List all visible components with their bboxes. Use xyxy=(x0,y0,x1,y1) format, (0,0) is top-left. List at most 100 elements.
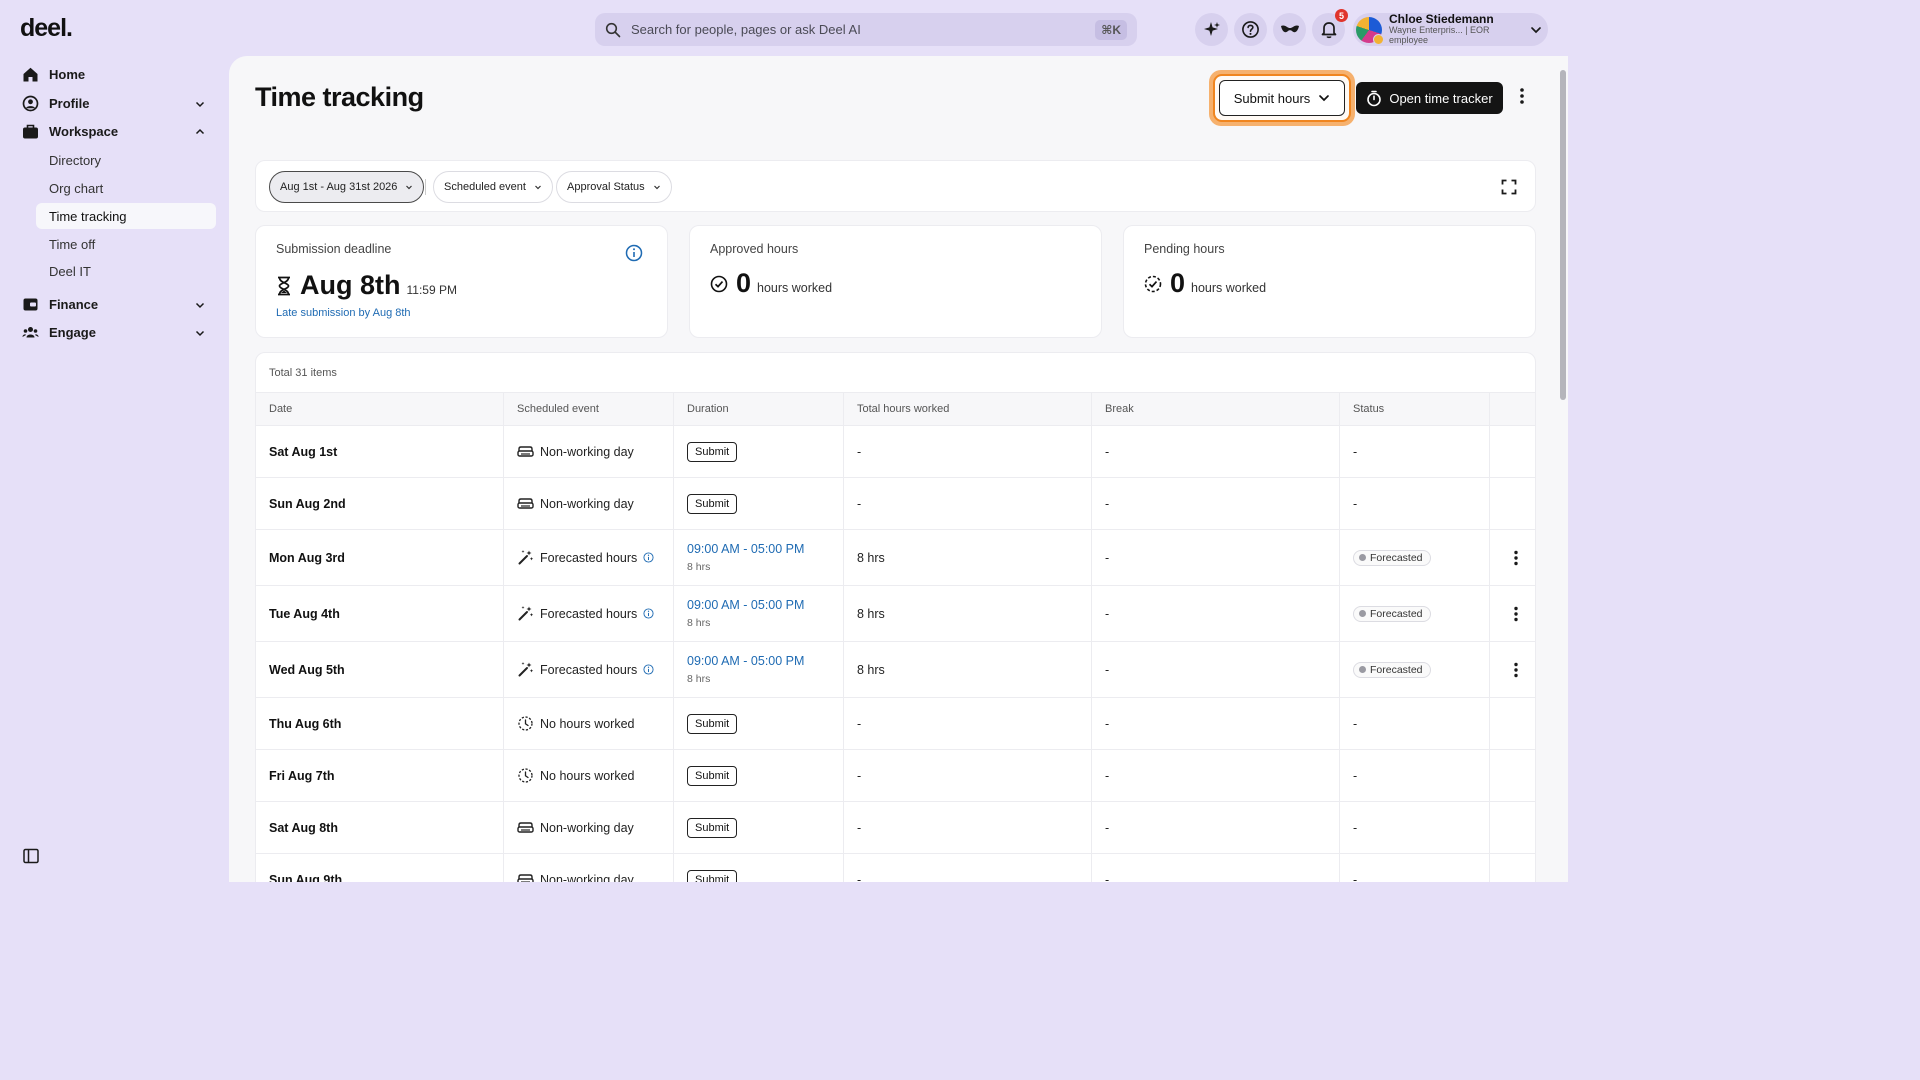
row-scheduled-event: Non-working day xyxy=(504,802,674,853)
row-submit-button[interactable]: Submit xyxy=(687,441,738,462)
table-row[interactable]: Wed Aug 5th Forecasted hours 09:00 AM - 05… xyxy=(256,642,1535,698)
fullscreen-icon[interactable] xyxy=(1501,179,1517,195)
chevron-down-icon xyxy=(535,185,541,190)
home-icon xyxy=(23,67,38,82)
duration-range-link[interactable]: 09:00 AM - 05:00 PM xyxy=(687,598,804,612)
row-date: Sun Aug 9th xyxy=(256,854,504,882)
sidebar-item-time-off[interactable]: Time off xyxy=(36,231,216,257)
info-icon[interactable] xyxy=(625,244,643,262)
table-row[interactable]: Sun Aug 2nd Non-working day Submit - - - xyxy=(256,478,1535,530)
submit-hours-button[interactable]: Submit hours xyxy=(1219,80,1345,116)
row-submit-button[interactable]: Submit xyxy=(687,817,738,838)
chevron-down-icon xyxy=(195,101,205,107)
column-header-total-hours[interactable]: Total hours worked xyxy=(844,393,1092,425)
row-submit-button[interactable]: Submit xyxy=(687,713,738,734)
event-label: Non-working day xyxy=(540,872,634,883)
page-scrollbar[interactable] xyxy=(1558,56,1568,882)
event-label: No hours worked xyxy=(540,768,635,783)
row-duration: Submit xyxy=(674,854,844,882)
table-row[interactable]: Thu Aug 6th No hours worked Submit - - - xyxy=(256,698,1535,750)
pending-check-icon xyxy=(1144,275,1162,292)
info-icon[interactable] xyxy=(643,552,654,563)
row-scheduled-event: No hours worked xyxy=(504,750,674,801)
duration-range-link[interactable]: 09:00 AM - 05:00 PM xyxy=(687,542,804,556)
duration-hours: 8 hrs xyxy=(687,617,711,629)
table-row[interactable]: Sun Aug 9th Non-working day Submit - - - xyxy=(256,854,1535,882)
row-actions xyxy=(1490,854,1535,882)
sofa-icon xyxy=(517,874,534,882)
notification-count-badge: 5 xyxy=(1335,9,1348,22)
column-header-duration[interactable]: Duration xyxy=(674,393,844,425)
search-input[interactable] xyxy=(631,22,1096,37)
search-shortcut: ⌘K xyxy=(1095,19,1127,40)
user-menu[interactable]: Chloe Stiedemann Wayne Enterpris... | EO… xyxy=(1353,12,1548,46)
scheduled-event-filter[interactable]: Scheduled event xyxy=(433,171,553,203)
deadline-time: 11:59 PM xyxy=(406,283,457,297)
open-time-tracker-button[interactable]: Open time tracker xyxy=(1356,82,1503,114)
people-icon xyxy=(22,327,39,338)
row-submit-button[interactable]: Submit xyxy=(687,765,738,786)
row-break: - xyxy=(1092,802,1340,853)
pending-hours-value: 0 xyxy=(1170,268,1186,298)
info-icon[interactable] xyxy=(643,664,654,675)
sidebar-item-profile[interactable]: Profile xyxy=(22,95,206,112)
late-submission-link[interactable]: Late submission by Aug 8th xyxy=(276,307,647,319)
approved-hours-unit: hours worked xyxy=(757,281,833,295)
sidebar-item-org-chart[interactable]: Org chart xyxy=(36,175,216,201)
sidebar-item-directory[interactable]: Directory xyxy=(36,147,216,173)
row-date: Sun Aug 2nd xyxy=(256,478,504,529)
sidebar-item-finance[interactable]: Finance xyxy=(22,296,206,313)
row-date: Tue Aug 4th xyxy=(256,586,504,641)
more-options-icon[interactable] xyxy=(1515,86,1529,106)
row-submit-button[interactable]: Submit xyxy=(687,869,738,882)
row-date: Fri Aug 7th xyxy=(256,750,504,801)
scrollbar-thumb[interactable] xyxy=(1560,70,1566,400)
approval-status-filter[interactable]: Approval Status xyxy=(556,171,672,203)
sidebar-item-home[interactable]: Home xyxy=(22,66,206,83)
table-row[interactable]: Sat Aug 1st Non-working day Submit - - - xyxy=(256,426,1535,478)
deel-logo[interactable]: deel. xyxy=(20,14,73,43)
row-status: Forecasted xyxy=(1340,642,1490,697)
global-search[interactable]: ⌘K xyxy=(595,13,1137,46)
more-options-icon[interactable] xyxy=(1509,549,1523,567)
ai-sparkle-button[interactable] xyxy=(1195,13,1228,46)
row-duration: Submit xyxy=(674,802,844,853)
column-header-scheduled-event[interactable]: Scheduled event xyxy=(504,393,674,425)
duration-range-link[interactable]: 09:00 AM - 05:00 PM xyxy=(687,654,804,668)
clock-dashed-icon xyxy=(518,768,533,783)
submit-hours-highlight: Submit hours xyxy=(1209,70,1355,126)
row-scheduled-event: Forecasted hours xyxy=(504,586,674,641)
info-icon[interactable] xyxy=(643,608,654,619)
row-status: - xyxy=(1340,426,1490,477)
sidebar-item-deel-it[interactable]: Deel IT xyxy=(36,258,216,284)
column-header-break[interactable]: Break xyxy=(1092,393,1340,425)
column-header-status[interactable]: Status xyxy=(1340,393,1490,425)
table-row[interactable]: Mon Aug 3rd Forecasted hours 09:00 AM - 05… xyxy=(256,530,1535,586)
perks-button[interactable] xyxy=(1273,13,1306,46)
submission-deadline-card: Submission deadline Aug 8th 11:59 PM Lat… xyxy=(255,225,668,338)
sidebar-item-engage[interactable]: Engage xyxy=(22,324,206,341)
sidebar-collapse-icon[interactable] xyxy=(23,848,39,864)
sidebar-item-workspace[interactable]: Workspace xyxy=(22,123,206,140)
sidebar-item-time-tracking[interactable]: Time tracking xyxy=(36,203,216,229)
table-row[interactable]: Sat Aug 8th Non-working day Submit - - - xyxy=(256,802,1535,854)
more-options-icon[interactable] xyxy=(1509,605,1523,623)
date-range-filter[interactable]: Aug 1st - Aug 31st 2026 xyxy=(269,171,425,203)
row-break: - xyxy=(1092,530,1340,585)
sparkle-icon xyxy=(1203,21,1220,36)
column-header-date[interactable]: Date xyxy=(256,393,504,425)
table-row[interactable]: Tue Aug 4th Forecasted hours 09:00 AM - 05… xyxy=(256,586,1535,642)
row-total-hours: - xyxy=(844,750,1092,801)
row-submit-button[interactable]: Submit xyxy=(687,493,738,514)
row-duration: Submit xyxy=(674,750,844,801)
row-duration: Submit xyxy=(674,478,844,529)
row-actions xyxy=(1490,802,1535,853)
help-button[interactable] xyxy=(1234,13,1267,46)
row-total-hours: 8 hrs xyxy=(844,586,1092,641)
row-duration: 09:00 AM - 05:00 PM 8 hrs xyxy=(674,530,844,585)
notifications-button[interactable]: 5 xyxy=(1312,9,1348,46)
more-options-icon[interactable] xyxy=(1509,661,1523,679)
table-row[interactable]: Fri Aug 7th No hours worked Submit - - - xyxy=(256,750,1535,802)
sidebar-item-label: Workspace xyxy=(49,124,119,139)
row-actions xyxy=(1490,478,1535,529)
